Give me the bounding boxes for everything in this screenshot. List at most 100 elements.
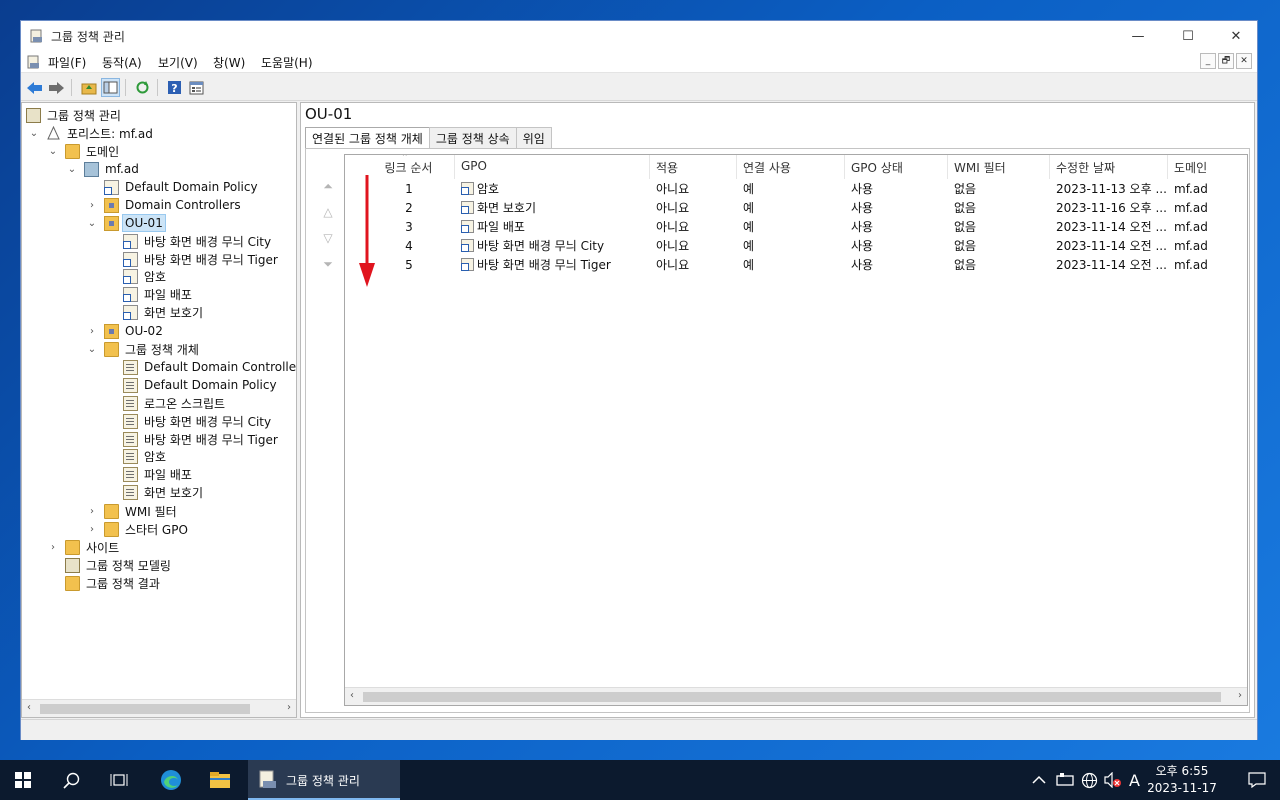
gpm-app-icon <box>30 29 42 43</box>
menu-help[interactable]: 도움말(H) <box>261 54 313 71</box>
collapsed-chevron-icon[interactable]: › <box>86 200 98 211</box>
expanded-chevron-icon[interactable]: ⌄ <box>28 128 40 139</box>
tree-scroll-thumb[interactable] <box>40 704 250 714</box>
maximize-button[interactable]: ☐ <box>1165 21 1211 51</box>
start-button[interactable] <box>0 760 46 800</box>
tree-item-label: 바탕 화면 배경 무늬 City <box>144 414 272 429</box>
tree-root[interactable]: 그룹 정책 관리 <box>26 106 123 124</box>
expanded-chevron-icon[interactable]: ⌄ <box>86 344 98 355</box>
tree-gpo-file-deploy[interactable]: 파일 배포 <box>123 465 194 483</box>
column-header[interactable]: GPO 상태 <box>845 155 948 179</box>
move-down-icon[interactable]: ▽ <box>318 231 338 245</box>
table-cell: 3 <box>405 219 413 234</box>
close-button[interactable]: ✕ <box>1213 21 1259 51</box>
tree-ou01-link-screensaver[interactable]: 화면 보호기 <box>123 303 205 321</box>
gpo-link-icon <box>461 201 474 214</box>
tree-ou02[interactable]: › OU-02 <box>86 322 165 340</box>
tree-ou01-link-tiger[interactable]: 바탕 화면 배경 무늬 Tiger <box>123 250 280 268</box>
tree-ou01-link-file-deploy[interactable]: 파일 배포 <box>123 285 194 303</box>
tree-domains[interactable]: ⌄ 도메인 <box>47 142 121 160</box>
search-icon[interactable] <box>48 760 94 800</box>
tree-ou01[interactable]: ⌄ OU-01 <box>86 214 166 232</box>
taskbar-app-label: 그룹 정책 관리 <box>286 773 360 788</box>
task-view-icon[interactable] <box>96 760 142 800</box>
taskbar-app-gpm[interactable]: 그룹 정책 관리 <box>248 760 400 800</box>
menu-action[interactable]: 동작(A) <box>102 54 142 71</box>
collapsed-chevron-icon[interactable]: › <box>86 326 98 337</box>
menu-file[interactable]: 파일(F) <box>48 54 86 71</box>
gpm-window: 그룹 정책 관리 — ☐ ✕ 파일(F) 동작(A) 보기(V) 창(W) 도움… <box>20 20 1258 740</box>
tree-wmi-filters[interactable]: › WMI 필터 <box>86 502 179 520</box>
notification-center-icon[interactable] <box>1234 760 1280 800</box>
show-hide-tree-icon[interactable] <box>101 78 120 97</box>
column-header[interactable]: 적용 <box>650 155 737 179</box>
table-cell: 2023-11-13 오후 ... <box>1056 182 1167 196</box>
show-hidden-icons-icon[interactable] <box>1032 760 1046 800</box>
tree-gpo-city[interactable]: 바탕 화면 배경 무늬 City <box>123 412 273 430</box>
move-top-icon[interactable]: ⏶ <box>318 179 338 193</box>
column-header[interactable]: 수정한 날짜 <box>1050 155 1168 179</box>
system-menu-icon[interactable] <box>27 55 41 69</box>
scroll-left-icon[interactable]: ‹ <box>27 702 31 713</box>
mdi-restore-button[interactable]: 🗗 <box>1218 53 1234 69</box>
forward-icon[interactable] <box>47 78 66 97</box>
globe-icon[interactable] <box>1081 760 1098 800</box>
mdi-minimize-button[interactable]: _ <box>1200 53 1216 69</box>
tree-ou01-link-city[interactable]: 바탕 화면 배경 무늬 City <box>123 232 273 250</box>
menu-window[interactable]: 창(W) <box>213 54 245 71</box>
move-up-icon[interactable]: △ <box>318 205 338 219</box>
scroll-left-icon[interactable]: ‹ <box>350 690 354 701</box>
expanded-chevron-icon[interactable]: ⌄ <box>66 164 78 175</box>
refresh-icon[interactable] <box>133 78 152 97</box>
move-bottom-icon[interactable]: ⏷ <box>318 257 338 271</box>
tree-gpo-logon-script[interactable]: 로그온 스크립트 <box>123 394 227 412</box>
back-icon[interactable] <box>25 78 44 97</box>
tab-gpo-inheritance[interactable]: 그룹 정책 상속 <box>428 127 517 148</box>
expanded-chevron-icon[interactable]: ⌄ <box>47 146 59 157</box>
tree-default-domain-policy[interactable]: Default Domain Policy <box>104 178 260 196</box>
mdi-close-button[interactable]: ✕ <box>1236 53 1252 69</box>
tab-linked-gpos[interactable]: 연결된 그룹 정책 개체 <box>305 127 430 149</box>
tree-gpo-default-dc[interactable]: Default Domain Controllers <box>123 358 296 376</box>
network-adapter-icon[interactable] <box>1056 760 1074 800</box>
tree-gpo-password[interactable]: 암호 <box>123 447 168 465</box>
collapsed-chevron-icon[interactable]: › <box>86 506 98 517</box>
scroll-right-icon[interactable]: › <box>1238 690 1242 701</box>
expanded-chevron-icon[interactable]: ⌄ <box>86 218 98 229</box>
column-header[interactable]: GPO <box>455 155 650 179</box>
collapsed-chevron-icon[interactable]: › <box>86 524 98 535</box>
tree-gpo-tiger[interactable]: 바탕 화면 배경 무늬 Tiger <box>123 430 280 448</box>
properties-icon[interactable] <box>187 78 206 97</box>
list-scroll-thumb[interactable] <box>363 692 1221 702</box>
speaker-muted-icon[interactable] <box>1104 760 1122 800</box>
menu-view[interactable]: 보기(V) <box>158 54 198 71</box>
tree-results[interactable]: 그룹 정책 결과 <box>65 574 162 592</box>
column-header[interactable]: 링크 순서 <box>363 155 455 179</box>
tree-sites[interactable]: › 사이트 <box>47 538 121 556</box>
taskbar-clock[interactable]: 오후 6:55 2023-11-17 <box>1142 763 1222 797</box>
minimize-button[interactable]: — <box>1115 21 1161 51</box>
tree-gpo-container[interactable]: ⌄ 그룹 정책 개체 <box>86 340 201 358</box>
up-folder-icon[interactable] <box>79 78 98 97</box>
tree-starter-gpo[interactable]: › 스타터 GPO <box>86 520 190 538</box>
tree-modeling[interactable]: 그룹 정책 모델링 <box>65 556 173 574</box>
tab-delegation[interactable]: 위임 <box>515 127 552 148</box>
column-header[interactable]: 연결 사용 <box>737 155 845 179</box>
tree-forest[interactable]: ⌄ 포리스트: mf.ad <box>28 124 155 142</box>
column-header[interactable]: 도메인 <box>1168 155 1247 179</box>
tree-domain-controllers[interactable]: › Domain Controllers <box>86 196 243 214</box>
file-explorer-icon[interactable] <box>197 760 243 800</box>
tree-domain-mfad[interactable]: ⌄ mf.ad <box>66 160 141 178</box>
collapsed-chevron-icon[interactable]: › <box>47 542 59 553</box>
ime-indicator[interactable]: A <box>1129 760 1140 800</box>
scroll-right-icon[interactable]: › <box>287 702 291 713</box>
edge-browser-icon[interactable] <box>148 760 194 800</box>
tree-gpo-default-domain[interactable]: Default Domain Policy <box>123 376 279 394</box>
column-header[interactable]: WMI 필터 <box>948 155 1050 179</box>
gpo-name: 화면 보호기 <box>477 201 537 215</box>
help-icon[interactable]: ? <box>165 78 184 97</box>
list-horizontal-scrollbar[interactable]: ‹ › <box>345 687 1247 705</box>
tree-horizontal-scrollbar[interactable]: ‹ › <box>22 699 296 717</box>
tree-ou01-link-password[interactable]: 암호 <box>123 267 168 285</box>
tree-gpo-screensaver[interactable]: 화면 보호기 <box>123 483 205 501</box>
